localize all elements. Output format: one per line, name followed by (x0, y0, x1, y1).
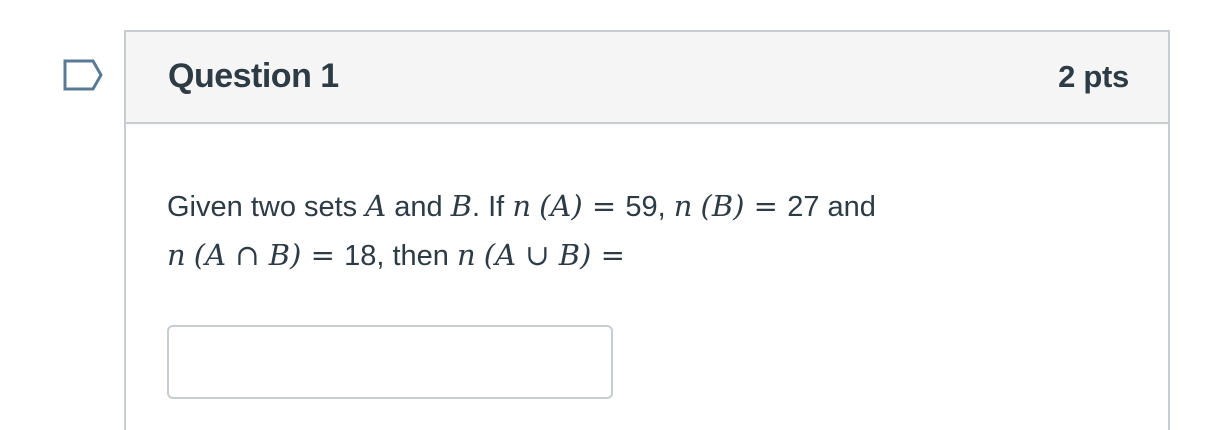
question-title: Question 1 (168, 57, 339, 95)
math-equals: = (582, 189, 626, 223)
text-segment: 18, then (344, 240, 457, 272)
math-n: n (512, 189, 531, 223)
text-segment: 27 and (787, 191, 876, 223)
math-expr: (B) (700, 189, 745, 223)
math-equals: = (591, 238, 625, 272)
text-segment: Given two sets (167, 191, 366, 223)
text-segment: and (386, 191, 451, 223)
math-equals: = (744, 189, 788, 223)
text-segment: 59, (625, 191, 674, 223)
question-text: Given two sets A and B. If n (A) = 59, n… (167, 182, 1067, 280)
question-card: Question 1 2 pts Given two sets A and B.… (124, 30, 1170, 430)
bookmark-flag-icon[interactable] (63, 59, 103, 91)
text-segment: . If (472, 191, 513, 223)
question-points: 2 pts (1058, 59, 1129, 94)
math-expr: (A) (539, 189, 583, 223)
math-var-a: A (365, 189, 387, 223)
question-header: Question 1 2 pts (126, 32, 1168, 124)
math-equals: = (301, 238, 345, 272)
math-n: n (457, 238, 476, 272)
answer-input[interactable] (167, 325, 613, 399)
math-var-b: B (450, 189, 473, 223)
math-n: n (167, 238, 186, 272)
math-n: n (673, 189, 693, 223)
math-expr: (A ∪ B) (483, 238, 592, 272)
math-expr: (A ∩ B) (193, 238, 302, 272)
